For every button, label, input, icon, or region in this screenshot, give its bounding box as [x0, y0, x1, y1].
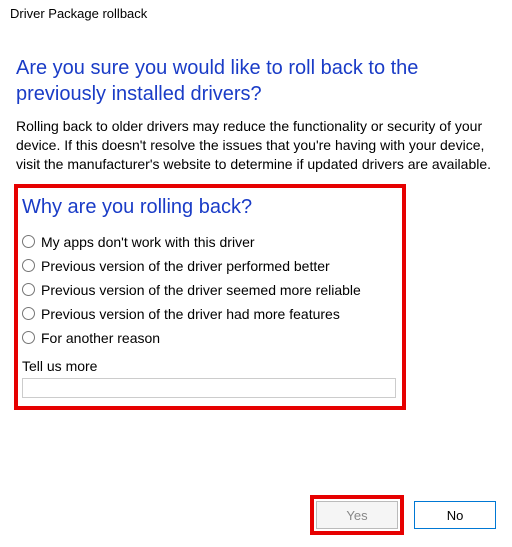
reason-option-features[interactable]: Previous version of the driver had more … — [22, 302, 396, 326]
yes-button-highlight: Yes — [310, 495, 404, 535]
reason-label: Previous version of the driver performed… — [41, 258, 330, 274]
warning-text: Rolling back to older drivers may reduce… — [16, 117, 496, 174]
reason-label: Previous version of the driver had more … — [41, 306, 340, 322]
reason-radio-features[interactable] — [22, 307, 35, 320]
tell-us-more-label: Tell us more — [22, 358, 396, 374]
reason-radio-apps[interactable] — [22, 235, 35, 248]
reason-radio-performed-better[interactable] — [22, 259, 35, 272]
reason-option-reliable[interactable]: Previous version of the driver seemed mo… — [22, 278, 396, 302]
reason-option-performed-better[interactable]: Previous version of the driver performed… — [22, 254, 396, 278]
reason-option-apps[interactable]: My apps don't work with this driver — [22, 230, 396, 254]
reason-option-other[interactable]: For another reason — [22, 326, 396, 350]
no-button[interactable]: No — [414, 501, 496, 529]
reason-label: My apps don't work with this driver — [41, 234, 255, 250]
confirm-heading: Are you sure you would like to roll back… — [16, 55, 496, 107]
dialog-buttons: Yes No — [310, 495, 496, 535]
tell-us-more-input[interactable] — [22, 378, 396, 398]
rollback-dialog: Driver Package rollback Are you sure you… — [0, 0, 512, 547]
reason-heading: Why are you rolling back? — [22, 194, 396, 220]
reason-radio-group: My apps don't work with this driver Prev… — [22, 230, 396, 350]
yes-button[interactable]: Yes — [316, 501, 398, 529]
reason-label: Previous version of the driver seemed mo… — [41, 282, 361, 298]
reason-radio-reliable[interactable] — [22, 283, 35, 296]
window-title: Driver Package rollback — [0, 0, 512, 23]
reason-label: For another reason — [41, 330, 160, 346]
reason-radio-other[interactable] — [22, 331, 35, 344]
reason-section-highlight: Why are you rolling back? My apps don't … — [14, 184, 406, 410]
dialog-content: Are you sure you would like to roll back… — [0, 23, 512, 410]
